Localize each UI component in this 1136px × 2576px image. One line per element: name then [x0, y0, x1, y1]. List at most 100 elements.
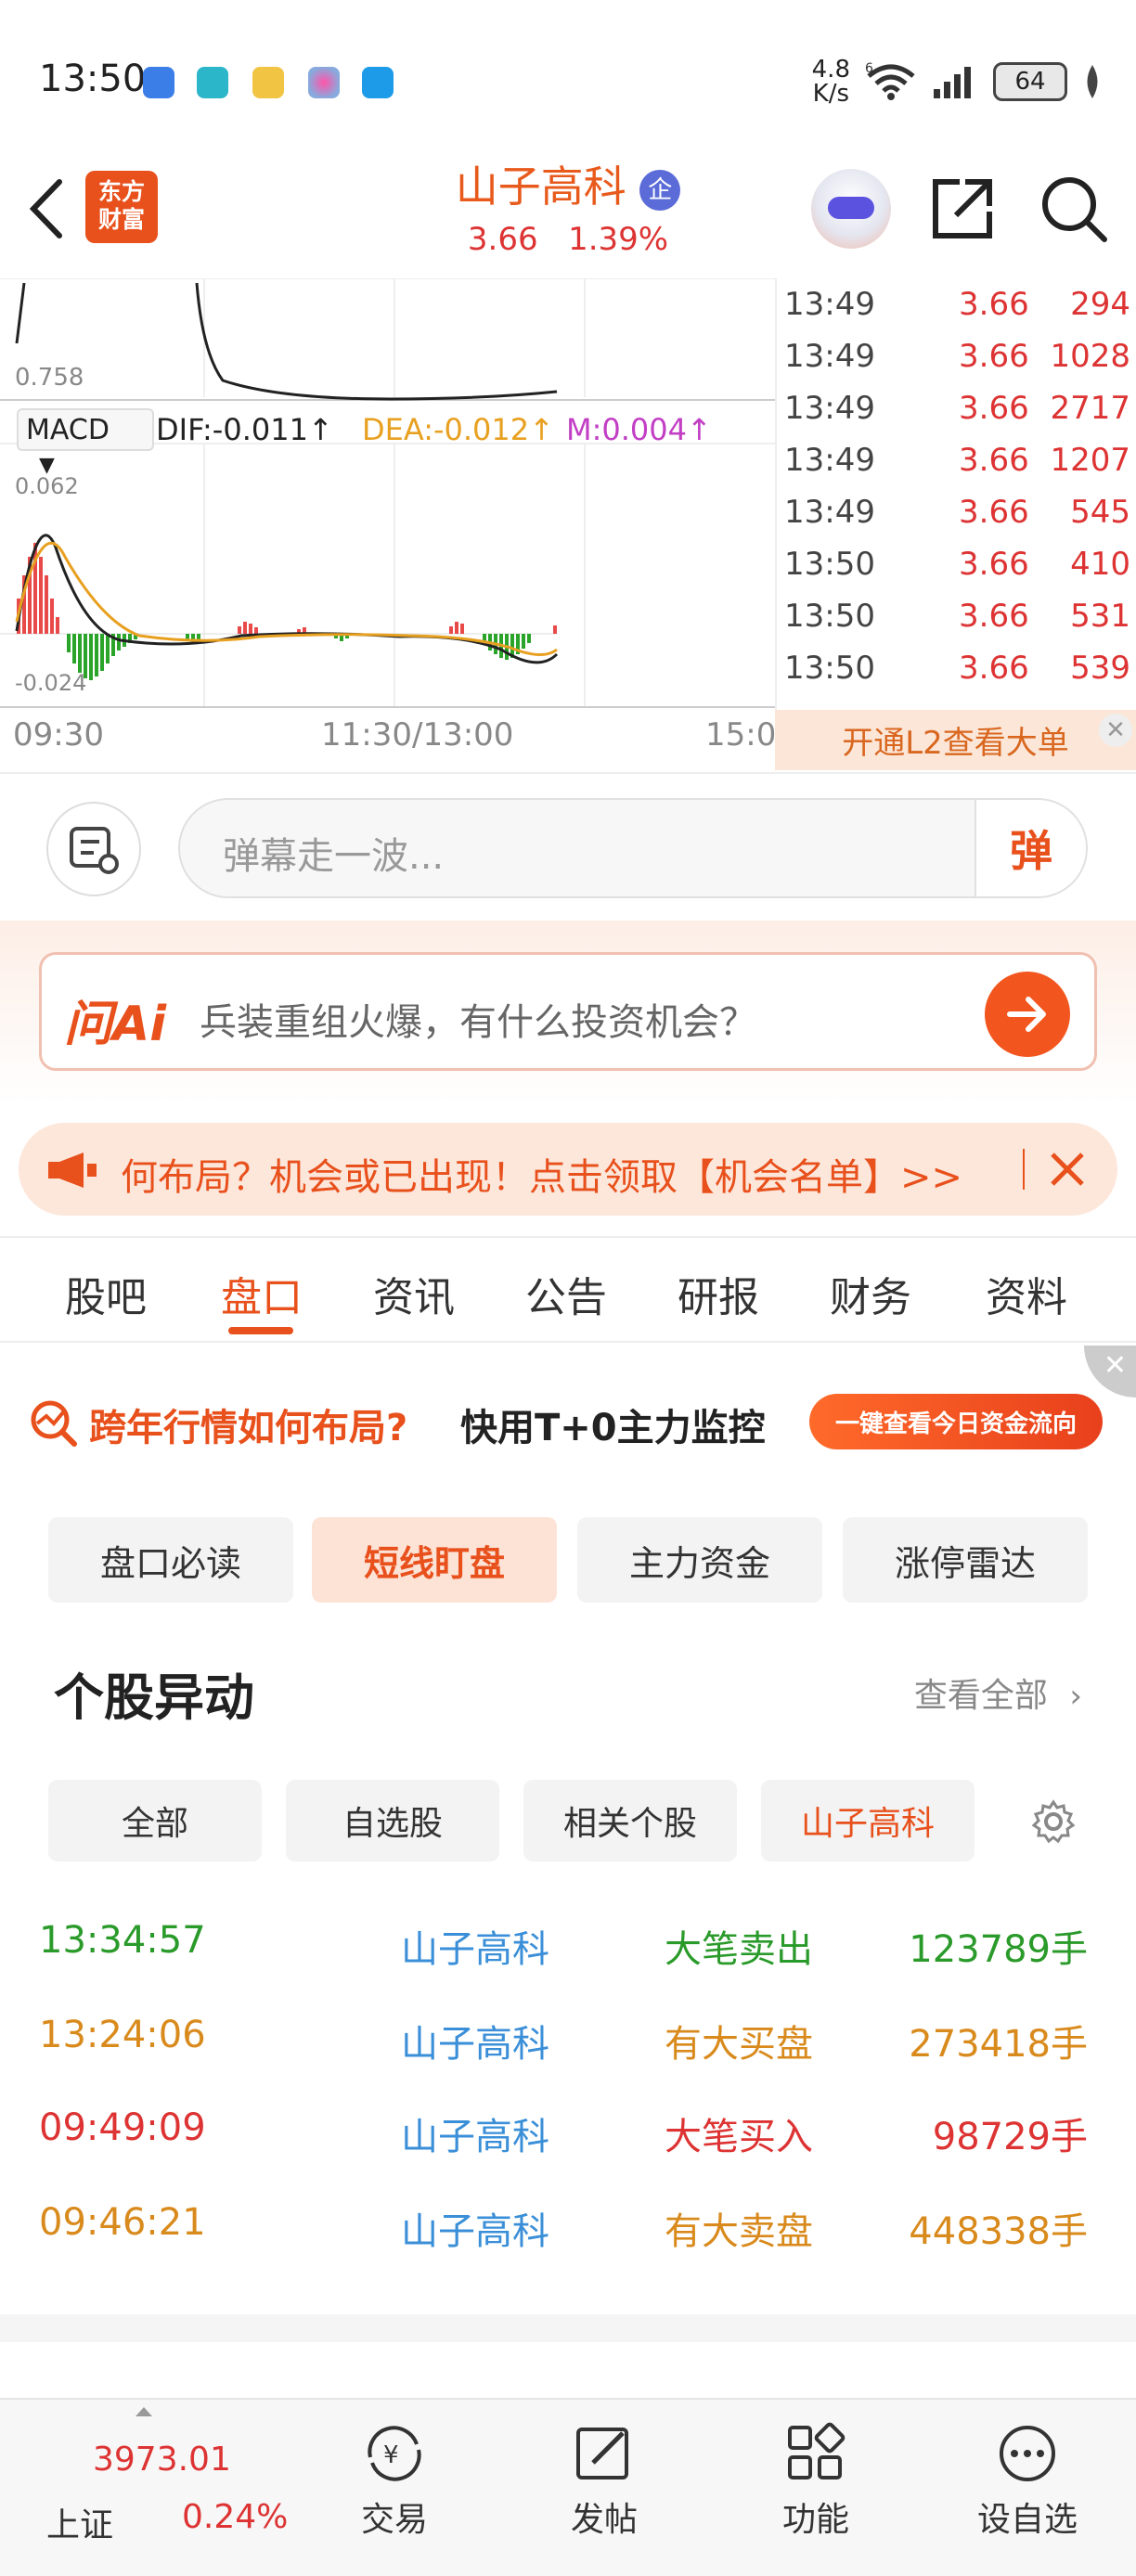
- trend-icon: [31, 1400, 77, 1447]
- nav-trade[interactable]: ¥ 交易: [325, 2400, 464, 2576]
- subtab-main-funds[interactable]: 主力资金: [577, 1517, 822, 1603]
- filter-label: 山子高科: [800, 1805, 935, 1843]
- nav-label: 设自选: [976, 2501, 1078, 2539]
- ad-title: 跨年行情如何布局?: [89, 1407, 408, 1449]
- danmu-send-button[interactable]: 弹: [975, 800, 1086, 896]
- active-tab-indicator: [228, 1327, 293, 1334]
- promo-banner[interactable]: 何布局？机会或已出现！点击领取【机会名单】>>: [19, 1123, 1117, 1216]
- ask-ai-brand: 问Ai: [64, 997, 167, 1052]
- danmu-settings-button[interactable]: [46, 802, 141, 896]
- tick-row: 13:49 3.66 1028: [777, 338, 1136, 390]
- subtab-label: 短线盯盘: [363, 1542, 505, 1584]
- ad-cta-button[interactable]: 一键查看今日资金流向: [809, 1394, 1103, 1449]
- event-row[interactable]: 13:24:06 山子高科 有大买盘 273418手: [0, 2014, 1136, 2106]
- caret-up-icon: [136, 2407, 152, 2416]
- tick-volume: 539: [1070, 650, 1130, 687]
- event-amount: 98729手: [932, 2116, 1088, 2158]
- subtab-must-read[interactable]: 盘口必读: [48, 1517, 293, 1603]
- index-ticker[interactable]: 3973.01 上证 0.24%: [0, 2400, 306, 2576]
- more-icon: [1000, 2426, 1055, 2481]
- filter-watchlist[interactable]: 自选股: [286, 1780, 499, 1861]
- ask-ai-section: 问Ai 兵装重组火爆，有什么投资机会？: [0, 921, 1136, 1106]
- tick-price: 3.66: [959, 338, 1029, 375]
- tick-volume: 294: [1070, 286, 1130, 323]
- subtab-short-watch[interactable]: 短线盯盘: [312, 1517, 557, 1603]
- promo-divider: [1023, 1149, 1025, 1190]
- event-stock: 山子高科: [401, 2210, 549, 2253]
- megaphone-icon: [48, 1153, 97, 1188]
- status-time: 13:50: [39, 58, 147, 100]
- event-amount: 448338手: [909, 2210, 1088, 2253]
- event-filters: 全部 自选股 相关个股 山子高科: [0, 1780, 1136, 1863]
- index-change: 0.24%: [182, 2498, 289, 2536]
- event-type: 有大买盘: [665, 2023, 813, 2066]
- tab-news[interactable]: 资讯: [373, 1264, 455, 1323]
- tab-finance[interactable]: 财务: [830, 1264, 911, 1323]
- close-icon[interactable]: [1047, 1149, 1088, 1190]
- tab-announcements[interactable]: 公告: [525, 1264, 607, 1323]
- tick-price: 3.66: [959, 286, 1029, 323]
- ad-banner[interactable]: ✕ 跨年行情如何布局? 快用T+0主力监控 一键查看今日资金流向: [0, 1346, 1136, 1494]
- tick-volume: 2717: [1050, 390, 1130, 427]
- wallet-notification-icon: [252, 67, 284, 98]
- network-speed-unit: K/s: [812, 80, 849, 108]
- tick-time: 13:50: [784, 598, 875, 635]
- ask-ai-prompt: 兵装重组火爆，有什么投资机会？: [200, 1001, 756, 1044]
- grid-icon: [788, 2422, 846, 2479]
- tab-research[interactable]: 研报: [678, 1264, 759, 1323]
- dea-value: DEA:-0.012↑: [362, 412, 554, 447]
- event-row[interactable]: 13:34:57 山子高科 大笔卖出 123789手: [0, 1919, 1136, 2012]
- chat-notification-icon: [197, 67, 228, 98]
- network-speed-value: 4.8: [811, 56, 850, 84]
- nav-add-watchlist[interactable]: 设自选: [958, 2400, 1097, 2576]
- filter-current-stock[interactable]: 山子高科: [761, 1780, 975, 1861]
- tick-volume: 1028: [1050, 338, 1130, 375]
- tab-guba[interactable]: 股吧: [65, 1264, 147, 1323]
- event-time: 13:34:57: [39, 1919, 206, 1962]
- tab-profile[interactable]: 资料: [986, 1264, 1067, 1323]
- nav-post[interactable]: 发帖: [535, 2400, 674, 2576]
- tick-price: 3.66: [959, 650, 1029, 687]
- detail-tabs: 股吧 盘口 资讯 公告 研报 财务 资料: [0, 1236, 1136, 1343]
- signal-icon: [934, 67, 971, 98]
- subtab-limit-up-radar[interactable]: 涨停雷达: [843, 1517, 1088, 1603]
- promo-text: 何布局？机会或已出现！点击领取【机会名单】>>: [121, 1156, 963, 1199]
- subtab-label: 主力资金: [628, 1542, 770, 1584]
- close-icon[interactable]: ✕: [1099, 714, 1132, 747]
- filter-related[interactable]: 相关个股: [523, 1780, 737, 1861]
- tab-pankou[interactable]: 盘口: [221, 1264, 303, 1323]
- event-stock: 山子高科: [401, 2116, 549, 2158]
- filter-all[interactable]: 全部: [48, 1780, 262, 1861]
- tick-time: 13:49: [784, 442, 875, 479]
- close-icon[interactable]: ✕: [1084, 1346, 1136, 1397]
- filter-label: 全部: [121, 1805, 188, 1843]
- index-value: 3973.01: [93, 2441, 231, 2479]
- l2-upgrade-bar[interactable]: 开通L2查看大单 ✕: [775, 710, 1136, 770]
- event-row[interactable]: 09:49:09 山子高科 大笔买入 98729手: [0, 2106, 1136, 2199]
- danmu-input[interactable]: 弹幕走一波... 弹: [178, 798, 1088, 898]
- app-root: { "status_bar": { "time": "13:50", "netw…: [0, 0, 1136, 2576]
- subtab-label: 涨停雷达: [894, 1542, 1036, 1584]
- ask-ai-box[interactable]: 问Ai 兵装重组火爆，有什么投资机会？: [39, 952, 1097, 1071]
- tick-time: 13:50: [784, 546, 875, 583]
- app-notification-icon: [143, 67, 174, 98]
- nav-functions[interactable]: 功能: [746, 2400, 885, 2576]
- macd-bottom-label: -0.024: [15, 670, 87, 696]
- filter-label: 相关个股: [562, 1805, 697, 1843]
- macd-positive-bars: [17, 543, 557, 634]
- see-all-link[interactable]: 查看全部 ›: [914, 1668, 1082, 1717]
- macd-top-label: 0.062: [15, 473, 79, 499]
- danmu-bar: 弹幕走一波... 弹: [0, 772, 1136, 921]
- l2-promo-text: 开通L2查看大单: [842, 725, 1069, 762]
- network-speed: 4.8 K/s: [812, 58, 850, 106]
- ask-ai-go-button[interactable]: [985, 972, 1070, 1057]
- gallery-notification-icon: [308, 67, 340, 98]
- status-bar: 13:50 4.8 K/s 6 64: [0, 0, 1136, 139]
- subtab-label: 盘口必读: [99, 1542, 241, 1584]
- ad-subtitle: 快用T+0主力监控: [460, 1407, 766, 1449]
- event-row[interactable]: 09:46:21 山子高科 有大卖盘 448338手: [0, 2201, 1136, 2294]
- intraday-chart[interactable]: 0.758 MACD ▼ DIF:-0.011↑ DEA:-0.012↑ M:0…: [0, 277, 796, 770]
- gear-icon[interactable]: [1030, 1798, 1077, 1845]
- svg-text:¥: ¥: [383, 2441, 399, 2469]
- indicator-select[interactable]: MACD ▼: [17, 408, 154, 477]
